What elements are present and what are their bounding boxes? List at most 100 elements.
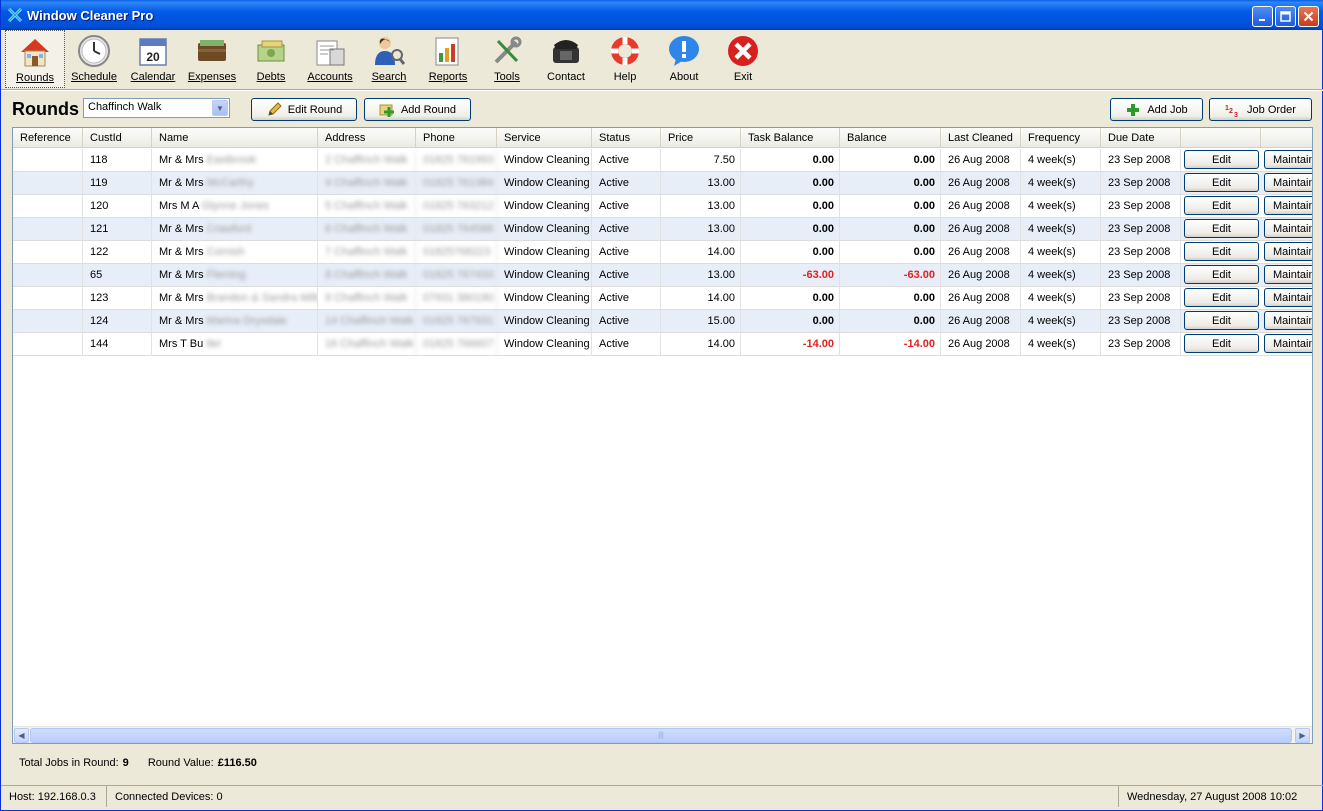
column-header[interactable]: Last Cleaned bbox=[941, 128, 1021, 148]
table-row[interactable]: 118 Mr & Mrs Eastbrook 2 Chaffinch Walk 018… bbox=[13, 149, 1312, 172]
toolbar-about-button[interactable]: About bbox=[654, 30, 714, 88]
column-header[interactable]: Price bbox=[661, 128, 741, 148]
cell-due-date[interactable]: 23 Sep 2008 bbox=[1101, 287, 1181, 309]
cell-price[interactable]: 14.00 bbox=[661, 241, 741, 263]
cell-balance[interactable]: 0.00 bbox=[840, 287, 941, 309]
cell-custid[interactable]: 124 bbox=[83, 310, 152, 332]
cell-price[interactable]: 14.00 bbox=[661, 333, 741, 355]
cell-due-date[interactable]: 23 Sep 2008 bbox=[1101, 149, 1181, 171]
edit-job-button[interactable]: Edit bbox=[1184, 150, 1259, 169]
column-header[interactable]: Balance bbox=[840, 128, 941, 148]
cell-status[interactable]: Active bbox=[592, 287, 661, 309]
edit-job-button[interactable]: Edit bbox=[1184, 334, 1259, 353]
column-header[interactable]: CustId bbox=[83, 128, 152, 148]
cell-balance[interactable]: -14.00 bbox=[840, 333, 941, 355]
cell-frequency[interactable]: 4 week(s) bbox=[1021, 264, 1101, 286]
cell-status[interactable]: Active bbox=[592, 310, 661, 332]
cell-phone[interactable]: 01825 761384 bbox=[416, 172, 497, 194]
cell-frequency[interactable]: 4 week(s) bbox=[1021, 241, 1101, 263]
cell-service[interactable]: Window Cleaning bbox=[497, 287, 592, 309]
cell-custid[interactable]: 120 bbox=[83, 195, 152, 217]
column-header[interactable]: Due Date bbox=[1101, 128, 1181, 148]
maintain-job-button[interactable]: Maintain bbox=[1264, 288, 1312, 307]
cell-custid[interactable]: 123 bbox=[83, 287, 152, 309]
edit-job-button[interactable]: Edit bbox=[1184, 311, 1259, 330]
cell-reference[interactable] bbox=[13, 218, 83, 240]
cell-phone[interactable]: 01825 767931 bbox=[416, 310, 497, 332]
edit-job-button[interactable]: Edit bbox=[1184, 219, 1259, 238]
column-header[interactable]: Phone bbox=[416, 128, 497, 148]
cell-price[interactable]: 14.00 bbox=[661, 287, 741, 309]
cell-due-date[interactable]: 23 Sep 2008 bbox=[1101, 218, 1181, 240]
edit-job-button[interactable]: Edit bbox=[1184, 242, 1259, 261]
cell-balance[interactable]: 0.00 bbox=[840, 241, 941, 263]
cell-custid[interactable]: 122 bbox=[83, 241, 152, 263]
cell-balance[interactable]: 0.00 bbox=[840, 310, 941, 332]
cell-balance[interactable]: 0.00 bbox=[840, 172, 941, 194]
table-row[interactable]: 65 Mr & Mrs Fleming 8 Chaffinch Walk 01825 … bbox=[13, 264, 1312, 287]
cell-service[interactable]: Window Cleaning bbox=[497, 241, 592, 263]
scroll-left-icon[interactable]: ◀ bbox=[14, 728, 29, 743]
cell-custid[interactable]: 121 bbox=[83, 218, 152, 240]
cell-price[interactable]: 15.00 bbox=[661, 310, 741, 332]
cell-last-cleaned[interactable]: 26 Aug 2008 bbox=[941, 333, 1021, 355]
column-header[interactable]: Frequency bbox=[1021, 128, 1101, 148]
cell-due-date[interactable]: 23 Sep 2008 bbox=[1101, 333, 1181, 355]
cell-balance[interactable]: 0.00 bbox=[840, 195, 941, 217]
cell-phone[interactable]: 01825 764588 bbox=[416, 218, 497, 240]
cell-price[interactable]: 13.00 bbox=[661, 172, 741, 194]
cell-status[interactable]: Active bbox=[592, 149, 661, 171]
table-row[interactable]: 121 Mr & Mrs Crawford 6 Chaffinch Walk 0182… bbox=[13, 218, 1312, 241]
cell-frequency[interactable]: 4 week(s) bbox=[1021, 195, 1101, 217]
add-round-button[interactable]: Add Round bbox=[364, 98, 471, 121]
cell-phone[interactable]: 07931 380190 bbox=[416, 287, 497, 309]
maintain-job-button[interactable]: Maintain bbox=[1264, 196, 1312, 215]
cell-reference[interactable] bbox=[13, 241, 83, 263]
column-header[interactable]: Name bbox=[152, 128, 318, 148]
chevron-down-icon[interactable]: ▼ bbox=[212, 100, 228, 116]
maintain-job-button[interactable]: Maintain bbox=[1264, 173, 1312, 192]
cell-address[interactable]: 7 Chaffinch Walk bbox=[318, 241, 416, 263]
cell-service[interactable]: Window Cleaning bbox=[497, 149, 592, 171]
cell-address[interactable]: 16 Chaffinch Walk bbox=[318, 333, 416, 355]
cell-address[interactable]: 14 Chaffinch Walk bbox=[318, 310, 416, 332]
cell-status[interactable]: Active bbox=[592, 333, 661, 355]
cell-service[interactable]: Window Cleaning bbox=[497, 310, 592, 332]
cell-status[interactable]: Active bbox=[592, 172, 661, 194]
cell-frequency[interactable]: 4 week(s) bbox=[1021, 287, 1101, 309]
cell-balance[interactable]: 0.00 bbox=[840, 218, 941, 240]
table-row[interactable]: 122 Mr & Mrs Cornish 7 Chaffinch Walk 01825… bbox=[13, 241, 1312, 264]
scrollbar-thumb[interactable]: ||| bbox=[30, 728, 1292, 743]
cell-reference[interactable] bbox=[13, 287, 83, 309]
table-row[interactable]: 144 Mrs T Bu tler 16 Chaffinch Walk 01825 7… bbox=[13, 333, 1312, 356]
cell-status[interactable]: Active bbox=[592, 264, 661, 286]
add-job-button[interactable]: Add Job bbox=[1110, 98, 1203, 121]
cell-last-cleaned[interactable]: 26 Aug 2008 bbox=[941, 172, 1021, 194]
cell-last-cleaned[interactable]: 26 Aug 2008 bbox=[941, 149, 1021, 171]
cell-reference[interactable] bbox=[13, 149, 83, 171]
table-row[interactable]: 123 Mr & Mrs Brandon & Sandra Mills 9 Chaf… bbox=[13, 287, 1312, 310]
cell-name[interactable]: Mr & Mrs Cornish bbox=[152, 241, 318, 263]
maintain-job-button[interactable]: Maintain bbox=[1264, 334, 1312, 353]
cell-last-cleaned[interactable]: 26 Aug 2008 bbox=[941, 218, 1021, 240]
round-select[interactable]: Chaffinch Walk ▼ bbox=[83, 98, 230, 118]
cell-reference[interactable] bbox=[13, 195, 83, 217]
cell-task-balance[interactable]: 0.00 bbox=[741, 241, 840, 263]
toolbar-expenses-button[interactable]: Expenses bbox=[182, 30, 242, 88]
toolbar-debts-button[interactable]: Debts bbox=[241, 30, 301, 88]
toolbar-exit-button[interactable]: Exit bbox=[713, 30, 773, 88]
column-header[interactable]: Reference bbox=[13, 128, 83, 148]
toolbar-calendar-button[interactable]: 20 Calendar bbox=[123, 30, 183, 88]
maintain-job-button[interactable]: Maintain bbox=[1264, 265, 1312, 284]
cell-price[interactable]: 13.00 bbox=[661, 195, 741, 217]
cell-status[interactable]: Active bbox=[592, 241, 661, 263]
table-row[interactable]: 120 Mrs M A Glynne Jones 5 Chaffinch Walk 0… bbox=[13, 195, 1312, 218]
edit-job-button[interactable]: Edit bbox=[1184, 173, 1259, 192]
cell-reference[interactable] bbox=[13, 172, 83, 194]
cell-service[interactable]: Window Cleaning bbox=[497, 333, 592, 355]
cell-task-balance[interactable]: -14.00 bbox=[741, 333, 840, 355]
cell-phone[interactable]: 01825 761993 bbox=[416, 149, 497, 171]
cell-name[interactable]: Mr & Mrs Fleming bbox=[152, 264, 318, 286]
cell-task-balance[interactable]: 0.00 bbox=[741, 287, 840, 309]
cell-price[interactable]: 13.00 bbox=[661, 264, 741, 286]
